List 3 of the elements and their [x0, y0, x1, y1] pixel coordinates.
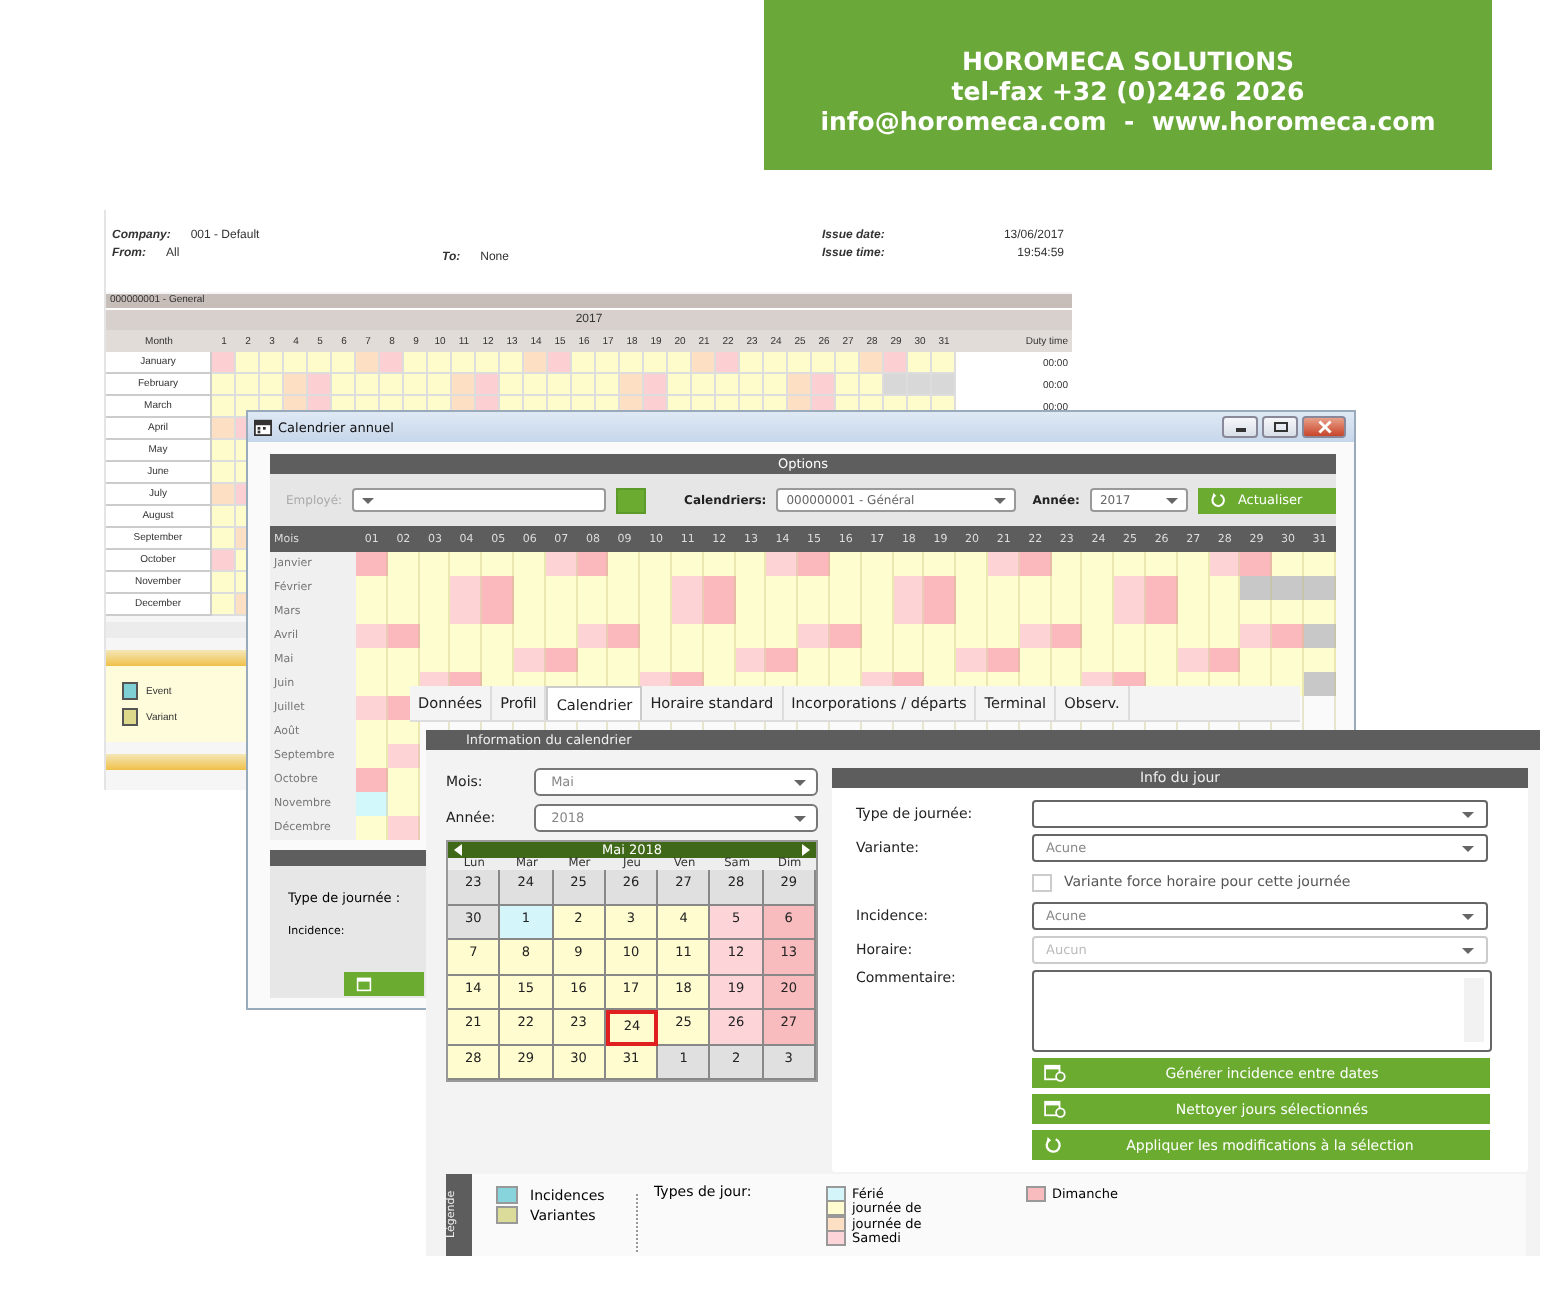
banner-text: HOROMECA SOLUTIONS [961, 46, 1295, 76]
banner-text: info@horomeca.com - www.horomeca.com [820, 106, 1436, 136]
banner-text: tel-fax +32 (0)2426 2026 [951, 76, 1305, 106]
